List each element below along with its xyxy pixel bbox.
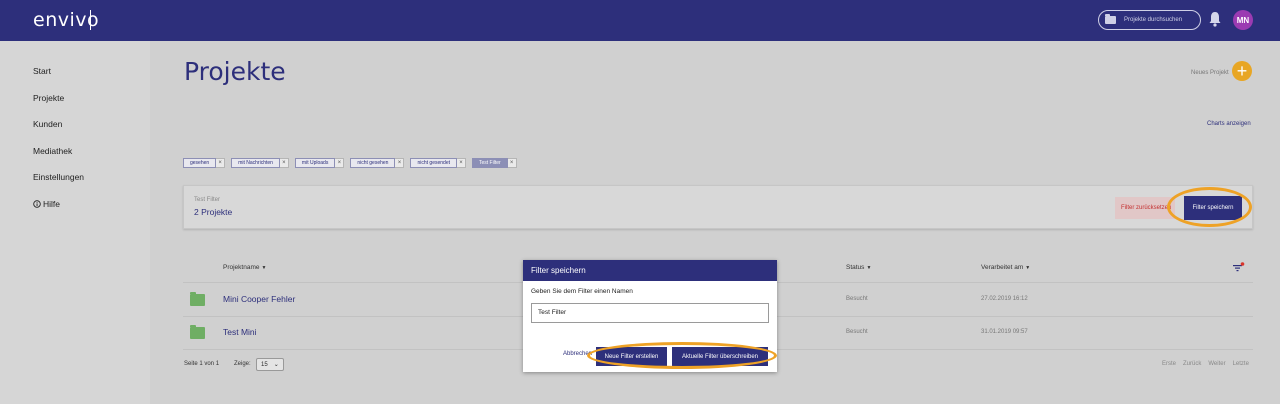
- filter-chip-test-filter[interactable]: Test Filter ×: [472, 158, 517, 168]
- close-icon[interactable]: ×: [279, 158, 289, 168]
- chip-label[interactable]: Test Filter: [472, 158, 508, 168]
- filter-name: Test Filter: [194, 197, 221, 203]
- column-header-projektname[interactable]: Projektname ▼: [223, 264, 266, 271]
- filter-chip-nicht-gesehen[interactable]: nicht gesehen ×: [350, 158, 405, 168]
- filter-chip-gesehen[interactable]: gesehen ×: [183, 158, 226, 168]
- project-search-input[interactable]: Projekte durchsuchen: [1098, 10, 1201, 30]
- project-count: 2 Projekte: [194, 207, 233, 217]
- sidebar: [0, 41, 150, 404]
- sort-caret-icon: ▼: [866, 265, 872, 271]
- dialog-prompt: Geben Sie dem Filter einen Namen: [531, 288, 633, 295]
- page-size-label: Zeige:: [234, 361, 251, 367]
- show-charts-link[interactable]: Charts anzeigen: [1207, 121, 1251, 127]
- project-name-link[interactable]: Test Mini: [223, 327, 257, 337]
- prev-page-link[interactable]: Zurück: [1183, 361, 1201, 367]
- new-project-label[interactable]: Neues Projekt: [1191, 70, 1229, 76]
- chip-label[interactable]: nicht gesehen: [350, 158, 396, 168]
- add-project-button[interactable]: +: [1232, 61, 1252, 81]
- chip-label[interactable]: mit Nachrichten: [231, 158, 280, 168]
- chip-label[interactable]: nicht gesendet: [410, 158, 457, 168]
- chevron-down-icon: ⌄: [273, 362, 279, 368]
- filter-chip-nicht-gesendet[interactable]: nicht gesendet ×: [410, 158, 466, 168]
- status-cell: Besucht: [846, 296, 868, 302]
- dialog-title: Filter speichern: [523, 260, 777, 281]
- folder-icon: [190, 292, 205, 306]
- column-header-verarbeitet[interactable]: Verarbeitet am ▼: [981, 264, 1030, 271]
- user-avatar[interactable]: MN: [1233, 10, 1253, 30]
- next-page-link[interactable]: Weiter: [1208, 361, 1225, 367]
- info-circle-icon: [33, 200, 41, 208]
- reset-filter-button[interactable]: Filter zurücksetzen: [1115, 197, 1175, 219]
- column-header-status[interactable]: Status ▼: [846, 264, 871, 271]
- top-bar: envivo Projekte durchsuchen MN: [0, 0, 1280, 41]
- chip-label[interactable]: gesehen: [183, 158, 217, 168]
- pagination-links: Erste Zurück Weiter Letzte: [1162, 361, 1249, 367]
- date-cell: 27.02.2019 16:12: [981, 296, 1028, 302]
- sort-caret-icon: ▼: [1025, 265, 1031, 271]
- page-size-value: 15: [261, 361, 268, 368]
- first-page-link[interactable]: Erste: [1162, 361, 1176, 367]
- status-cell: Besucht: [846, 329, 868, 335]
- bell-icon[interactable]: [1208, 11, 1222, 27]
- sidebar-item-kunden[interactable]: Kunden: [33, 119, 62, 129]
- filter-chip-mit-uploads[interactable]: mit Uploads ×: [294, 158, 345, 168]
- header-label: Verarbeitet am: [981, 264, 1024, 271]
- sidebar-item-projekte[interactable]: Projekte: [33, 93, 64, 103]
- page-size-select[interactable]: 15 ⌄: [256, 358, 284, 371]
- close-icon[interactable]: ×: [216, 158, 226, 168]
- highlight-ring: [587, 342, 777, 369]
- sidebar-item-label: Hilfe: [43, 199, 61, 209]
- sidebar-item-mediathek[interactable]: Mediathek: [33, 146, 72, 156]
- sort-caret-icon: ▼: [261, 265, 267, 271]
- close-icon[interactable]: ×: [395, 158, 405, 168]
- project-name-link[interactable]: Mini Cooper Fehler: [223, 294, 295, 304]
- filter-chip-mit-nachrichten[interactable]: mit Nachrichten ×: [231, 158, 289, 168]
- header-label: Status: [846, 264, 865, 271]
- active-filter-panel: Test Filter 2 Projekte Filter zurücksetz…: [183, 185, 1253, 229]
- logo-divider: [90, 10, 91, 30]
- close-icon[interactable]: ×: [335, 158, 345, 168]
- page-info: Seite 1 von 1: [184, 361, 220, 367]
- sidebar-item-start[interactable]: Start: [33, 66, 51, 76]
- last-page-link[interactable]: Letzte: [1233, 361, 1249, 367]
- close-icon[interactable]: ×: [457, 158, 466, 168]
- sidebar-item-hilfe[interactable]: Hilfe: [33, 199, 60, 209]
- sidebar-item-einstellungen[interactable]: Einstellungen: [33, 172, 84, 182]
- filter-name-input[interactable]: Test Filter: [531, 303, 769, 323]
- chip-label[interactable]: mit Uploads: [294, 158, 336, 168]
- close-icon[interactable]: ×: [507, 158, 517, 168]
- filter-chips: gesehen × mit Nachrichten × mit Uploads …: [183, 158, 517, 168]
- search-placeholder: Projekte durchsuchen: [1124, 17, 1183, 23]
- page-title: Projekte: [184, 57, 286, 86]
- highlight-ring: [1167, 187, 1252, 227]
- folder-icon: [190, 325, 205, 339]
- date-cell: 31.01.2019 09:57: [981, 329, 1028, 335]
- folder-icon: [1105, 14, 1116, 24]
- filter-list-icon[interactable]: [1233, 262, 1245, 272]
- header-label: Projektname: [223, 264, 260, 271]
